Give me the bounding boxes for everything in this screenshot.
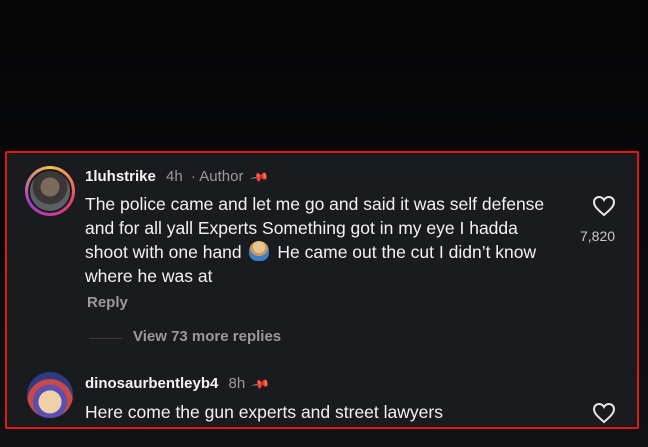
comment-text: Here come the gun experts and street law… (85, 402, 443, 422)
pin-icon: 📌 (250, 373, 272, 395)
replies-divider (89, 338, 123, 339)
pin-icon: 📌 (248, 166, 270, 188)
highlighted-comments-box: 1luhstrike 4h · Author 📌 The police came… (5, 151, 639, 429)
view-more-replies-button[interactable]: View 73 more replies (133, 328, 281, 345)
comment-header: 1luhstrike 4h · Author 📌 (85, 166, 270, 188)
comment-text: The police came and let me go and said i… (85, 194, 545, 286)
author-tag: · Author (190, 168, 244, 185)
like-heart-icon[interactable] (592, 402, 616, 424)
person-emoji (248, 241, 269, 261)
like-count: 7,820 (580, 228, 616, 244)
like-heart-icon[interactable] (592, 195, 616, 217)
username[interactable]: dinosaurbentleyb4 (85, 375, 218, 392)
timestamp: 4h (166, 168, 183, 185)
avatar[interactable] (27, 372, 73, 418)
avatar[interactable] (25, 166, 75, 216)
reply-button[interactable]: Reply (87, 294, 128, 311)
timestamp: 8h (228, 375, 246, 392)
username[interactable]: 1luhstrike (85, 168, 156, 185)
comment-header: dinosaurbentleyb4 8h 📌 (85, 373, 272, 395)
